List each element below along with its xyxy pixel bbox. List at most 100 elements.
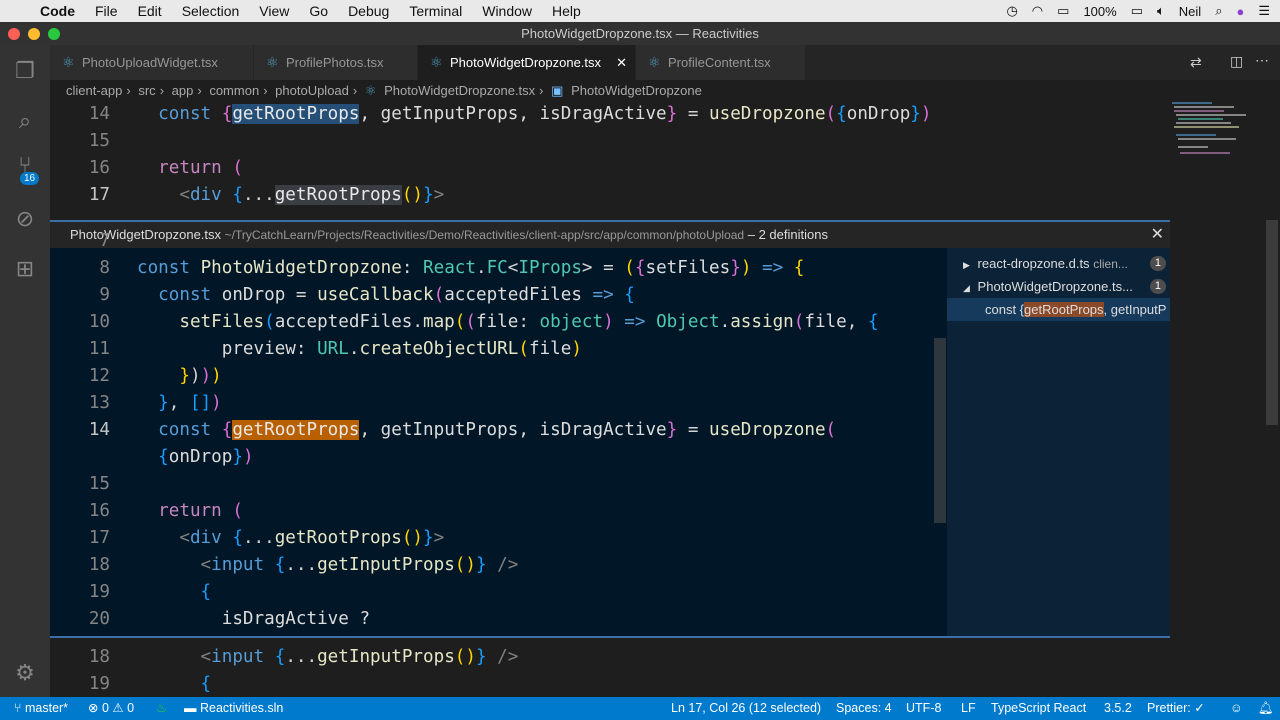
wifi-icon[interactable]: ◠ bbox=[1032, 3, 1043, 19]
code-line[interactable]: 15 bbox=[50, 471, 947, 498]
code-token: > bbox=[433, 528, 445, 548]
encoding[interactable]: UTF-8 bbox=[906, 697, 941, 720]
minimap[interactable] bbox=[1170, 100, 1265, 220]
code-line[interactable]: 14 const {getRootProps, getInputProps, i… bbox=[50, 101, 1170, 128]
menu-help[interactable]: Help bbox=[542, 3, 591, 19]
cursor-position[interactable]: Ln 17, Col 26 (12 selected) bbox=[671, 697, 821, 720]
live-share-flame-icon[interactable]: ♨ bbox=[156, 697, 167, 720]
tab-profile-content[interactable]: ⚛ ProfileContent.tsx bbox=[636, 45, 806, 80]
menu-terminal[interactable]: Terminal bbox=[399, 3, 472, 19]
reference-match-item[interactable]: const {getRootProps, getInputP bbox=[947, 298, 1170, 321]
code-line[interactable]: 13 }, []) bbox=[50, 390, 947, 417]
split-editor-icon[interactable]: ◫ bbox=[1230, 53, 1243, 70]
solution-indicator[interactable]: ▬ Reactivities.sln bbox=[184, 697, 283, 720]
typescript-version[interactable]: 3.5.2 bbox=[1104, 697, 1132, 720]
breadcrumb-item[interactable]: common bbox=[209, 83, 259, 98]
line-number: 13 bbox=[88, 393, 110, 413]
code-line[interactable]: {onDrop}) bbox=[50, 444, 947, 471]
close-peek-icon[interactable]: ✕ bbox=[1151, 222, 1164, 248]
tab-photo-widget-dropzone[interactable]: ⚛ PhotoWidgetDropzone.tsx ✕ bbox=[418, 45, 636, 80]
code-token: ( bbox=[401, 528, 413, 548]
breadcrumb-item[interactable]: app bbox=[172, 83, 194, 98]
breadcrumb-item[interactable]: PhotoWidgetDropzone bbox=[571, 83, 702, 98]
tab-bar: ⚛ PhotoUploadWidget.tsx ⚛ ProfilePhotos.ts… bbox=[50, 45, 1280, 80]
notification-center-icon[interactable]: ☰ bbox=[1258, 3, 1270, 19]
settings-gear-icon[interactable]: ⚙ bbox=[13, 661, 37, 685]
problems-indicator[interactable]: ⊗ 0 ⚠ 0 bbox=[88, 697, 134, 720]
code-line[interactable]: 15 bbox=[50, 128, 1170, 155]
menu-app-name[interactable]: Code bbox=[30, 3, 85, 19]
notifications-bell-icon[interactable]: 🔔︎ bbox=[1258, 697, 1274, 720]
airplay-icon[interactable]: ▭ bbox=[1057, 3, 1069, 19]
code-line[interactable]: 14 const {getRootProps, getInputProps, i… bbox=[50, 417, 947, 444]
code-line[interactable]: 17 <div {...getRootProps()}> bbox=[50, 182, 1170, 209]
peek-editor[interactable]: 7 8 const PhotoWidgetDropzone: React.FC<IP… bbox=[50, 228, 947, 636]
close-tab-icon[interactable]: ✕ bbox=[616, 45, 627, 80]
end-of-line[interactable]: LF bbox=[961, 697, 976, 720]
reference-file-photo-widget-dropzone[interactable]: ◢ PhotoWidgetDropzone.ts... 1 bbox=[947, 275, 1170, 298]
code-line[interactable]: 16 return ( bbox=[50, 155, 1170, 182]
code-line[interactable]: 12 }))) bbox=[50, 363, 947, 390]
code-line[interactable]: 11 preview: URL.createObjectURL(file) bbox=[50, 336, 947, 363]
code-line[interactable]: 9 const onDrop = useCallback(acceptedFil… bbox=[50, 282, 947, 309]
editor-bottom[interactable]: 18 <input {...getInputProps()} /> 19 { bbox=[50, 644, 1170, 697]
open-changes-icon[interactable]: ⇄ bbox=[1190, 54, 1202, 71]
zoom-window-button[interactable] bbox=[48, 28, 60, 40]
code-line[interactable]: 16 return ( bbox=[50, 498, 947, 525]
code-token: isDragActive ? bbox=[137, 609, 371, 629]
feedback-smiley-icon[interactable]: ☺ bbox=[1230, 697, 1243, 720]
breadcrumb-item[interactable]: client-app bbox=[66, 83, 122, 98]
explorer-icon[interactable]: ❐ bbox=[13, 59, 37, 83]
window-title: PhotoWidgetDropzone.tsx — Reactivities bbox=[0, 22, 1280, 45]
editor-scrollbar[interactable] bbox=[1266, 220, 1278, 425]
indentation[interactable]: Spaces: 4 bbox=[836, 697, 892, 720]
code-text: return ( bbox=[137, 155, 243, 182]
code-token: [ bbox=[189, 393, 201, 413]
more-actions-icon[interactable]: ⋯ bbox=[1255, 52, 1269, 69]
menu-window[interactable]: Window bbox=[472, 3, 542, 19]
time-machine-icon[interactable]: ◷ bbox=[1006, 3, 1017, 19]
code-text: return ( bbox=[137, 498, 243, 525]
volume-icon[interactable]: 🔈︎ bbox=[1157, 3, 1165, 19]
user-name[interactable]: Neil bbox=[1179, 4, 1201, 19]
reference-file-react-dropzone[interactable]: ▶ react-dropzone.d.ts clien... 1 bbox=[947, 252, 1170, 275]
menu-edit[interactable]: Edit bbox=[128, 3, 172, 19]
react-file-icon: ⚛ bbox=[648, 54, 661, 70]
debug-icon[interactable]: ⊘ bbox=[13, 207, 37, 231]
search-icon[interactable]: ⌕ bbox=[13, 109, 37, 133]
minimize-window-button[interactable] bbox=[28, 28, 40, 40]
menu-debug[interactable]: Debug bbox=[338, 3, 399, 19]
breadcrumb-item[interactable]: photoUpload bbox=[275, 83, 349, 98]
line-number: 15 bbox=[88, 131, 110, 151]
code-line[interactable]: 18 <input {...getInputProps()} /> bbox=[50, 644, 1170, 671]
battery-percent[interactable]: 100% bbox=[1083, 4, 1116, 19]
menu-file[interactable]: File bbox=[85, 3, 128, 19]
peek-scrollbar[interactable] bbox=[934, 338, 946, 523]
code-line[interactable]: 8 const PhotoWidgetDropzone: React.FC<IPr… bbox=[50, 255, 947, 282]
code-line[interactable]: 10 setFiles(acceptedFiles.map((file: obj… bbox=[50, 309, 947, 336]
git-branch[interactable]: ⑂ master* bbox=[14, 697, 68, 720]
code-text: }))) bbox=[137, 363, 221, 390]
code-line[interactable]: 7 bbox=[50, 228, 947, 255]
code-token: ( bbox=[793, 312, 805, 332]
menu-go[interactable]: Go bbox=[299, 3, 338, 19]
extensions-icon[interactable]: ⊞ bbox=[13, 257, 37, 281]
language-mode[interactable]: TypeScript React bbox=[991, 697, 1086, 720]
tab-profile-photos[interactable]: ⚛ ProfilePhotos.tsx bbox=[254, 45, 418, 80]
code-line[interactable]: 18 <input {...getInputProps()} /> bbox=[50, 552, 947, 579]
tab-photo-upload-widget[interactable]: ⚛ PhotoUploadWidget.tsx bbox=[50, 45, 254, 80]
search-icon[interactable]: ⌕ bbox=[1215, 3, 1222, 19]
code-line[interactable]: 17 <div {...getRootProps()}> bbox=[50, 525, 947, 552]
menu-view[interactable]: View bbox=[249, 3, 299, 19]
menu-selection[interactable]: Selection bbox=[172, 3, 250, 19]
siri-icon[interactable]: ● bbox=[1236, 4, 1244, 19]
battery-icon[interactable]: ▭ bbox=[1131, 3, 1143, 19]
code-line[interactable]: 19 { bbox=[50, 579, 947, 606]
breadcrumb-item[interactable]: src bbox=[138, 83, 155, 98]
breadcrumb-item[interactable]: PhotoWidgetDropzone.tsx bbox=[384, 83, 535, 98]
close-window-button[interactable] bbox=[8, 28, 20, 40]
code-line[interactable]: 20 isDragActive ? bbox=[50, 606, 947, 633]
editor-top[interactable]: 14 const {getRootProps, getInputProps, i… bbox=[50, 101, 1170, 218]
code-line[interactable]: 19 { bbox=[50, 671, 1170, 697]
prettier-status[interactable]: Prettier: ✓ bbox=[1147, 697, 1205, 720]
